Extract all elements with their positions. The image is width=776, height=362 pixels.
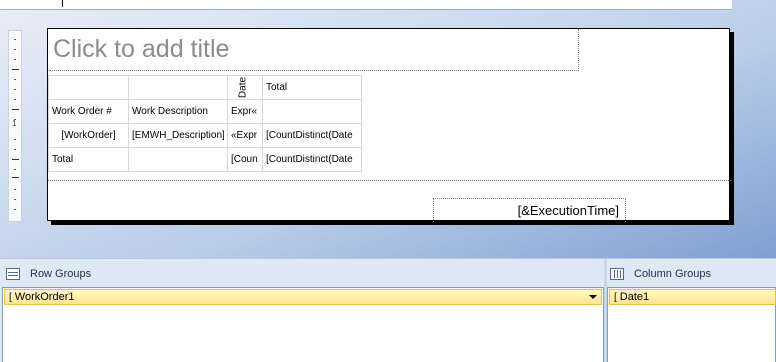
tablix-cell[interactable] xyxy=(48,75,129,100)
page-footer-separator xyxy=(48,180,731,181)
tablix-cell-work-order-label[interactable]: Work Order # xyxy=(48,99,129,124)
row-group-item-workorder1[interactable]: [ WorkOrder1 xyxy=(4,289,602,305)
tablix-cell-date-header[interactable]: Date xyxy=(227,75,263,100)
row-groups-list[interactable]: [ WorkOrder1 xyxy=(2,287,604,362)
vertical-ruler: 1 xyxy=(8,30,22,222)
tablix-cell-description-field[interactable]: [EMWH_Description] xyxy=(128,123,228,148)
row-group-name: WorkOrder1 xyxy=(14,291,75,303)
row-groups-header: Row Groups xyxy=(6,265,91,283)
column-groups-header: Column Groups xyxy=(610,265,711,283)
tablix[interactable]: Date Total Work Order # Work Description… xyxy=(48,75,362,172)
tablix-cell-total-header[interactable]: Total xyxy=(262,75,362,100)
column-groups-icon xyxy=(610,268,624,280)
tablix-cell-count-distinct[interactable]: [CountDistinct(Date xyxy=(262,123,362,148)
row-groups-icon xyxy=(6,268,20,280)
tablix-cell-count-distinct[interactable]: [CountDistinct(Date xyxy=(262,147,362,172)
report-title-placeholder: Click to add title xyxy=(53,35,230,63)
tablix-cell-expr[interactable]: Expr« xyxy=(227,99,263,124)
tablix-cell[interactable] xyxy=(128,147,228,172)
tablix-cell-count[interactable]: [Coun xyxy=(227,147,263,172)
column-group-item-date1[interactable]: [ Date1 xyxy=(609,289,776,305)
report-title-textbox[interactable]: Click to add title xyxy=(49,29,579,71)
grouping-pane: Row Groups [ WorkOrder1 Column Groups [ … xyxy=(0,258,776,362)
tablix-cell-expr[interactable]: «Expr xyxy=(227,123,263,148)
execution-time-expression: [&ExecutionTime] xyxy=(517,203,619,218)
tablix-cell-work-description-label[interactable]: Work Description xyxy=(128,99,228,124)
ruler-number: 1 xyxy=(12,119,17,128)
tablix-header-row: Date Total xyxy=(48,75,362,100)
tablix-cell[interactable] xyxy=(262,99,362,124)
tablix-cell[interactable] xyxy=(128,75,228,100)
row-groups-label: Row Groups xyxy=(30,268,92,280)
tablix-detail-row: [WorkOrder] [EMWH_Description] «Expr [Co… xyxy=(48,123,362,148)
column-groups-label: Column Groups xyxy=(634,268,712,280)
report-page[interactable]: Click to add title Date Total Work Order… xyxy=(47,28,731,222)
column-groups-list[interactable]: [ Date1 xyxy=(607,287,776,362)
tablix-cell-total-label[interactable]: Total xyxy=(48,147,129,172)
tablix-total-row: Total [Coun [CountDistinct(Date xyxy=(48,147,362,172)
tablix-label-row: Work Order # Work Description Expr« xyxy=(48,99,362,124)
tablix-cell-work-order-field[interactable]: [WorkOrder] xyxy=(48,123,129,148)
execution-time-textbox[interactable]: [&ExecutionTime] xyxy=(433,198,626,222)
column-group-name: Date1 xyxy=(619,291,650,303)
chevron-down-icon[interactable] xyxy=(589,295,597,299)
previous-section-edge xyxy=(0,0,732,10)
report-design-surface[interactable]: 1 Click to add title Date Total Work Ord… xyxy=(0,0,776,258)
